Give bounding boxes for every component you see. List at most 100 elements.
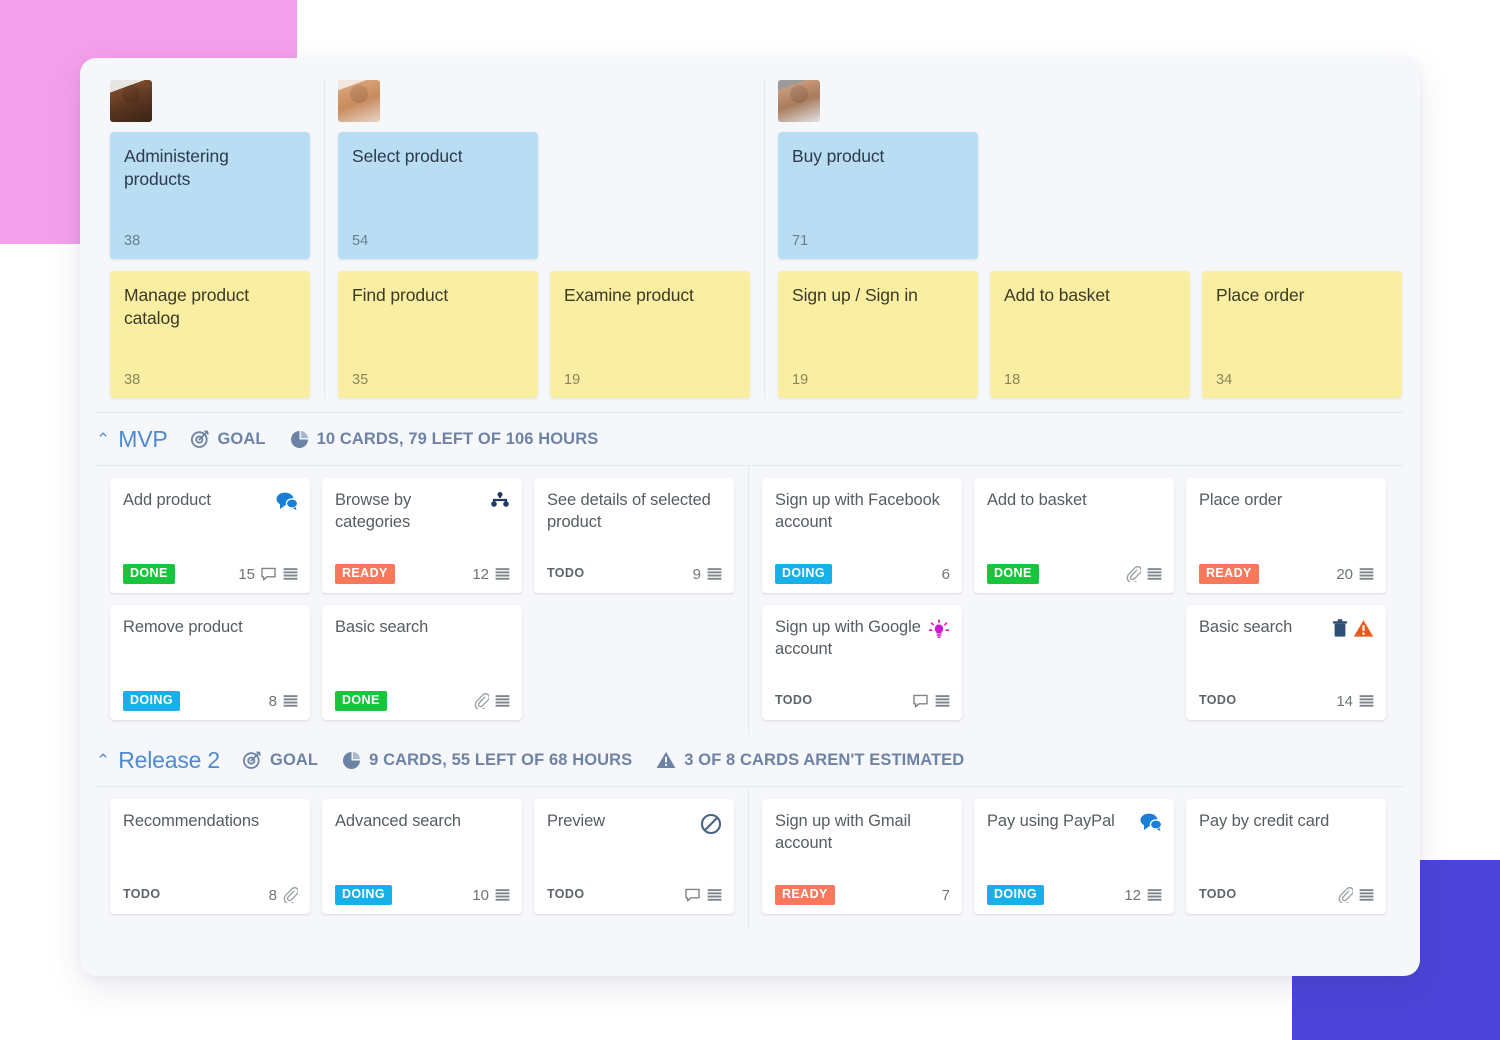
status-badge[interactable]: DOING [987, 885, 1044, 905]
card-estimate[interactable]: 7 [942, 887, 950, 904]
step-sticky[interactable]: Add to basket 18 [990, 271, 1190, 398]
status-badge[interactable]: READY [775, 885, 835, 905]
story-card[interactable]: Add to basket DONE [974, 478, 1174, 593]
description-icon[interactable] [495, 567, 510, 582]
release-goal[interactable]: GOAL [242, 750, 318, 770]
description-icon[interactable] [1147, 888, 1162, 903]
release-collapse-toggle[interactable]: ⌃ Release 2 [96, 747, 220, 774]
card-estimate[interactable]: 9 [693, 566, 701, 583]
status-badge[interactable]: TODO [547, 885, 591, 905]
status-badge[interactable]: DONE [987, 564, 1039, 584]
story-card[interactable]: Add product DONE 15 [110, 478, 310, 593]
card-estimate[interactable]: 15 [238, 566, 255, 583]
trash-icon[interactable] [1332, 619, 1348, 638]
step-sticky[interactable]: Find product 35 [338, 271, 538, 398]
sitemap-icon[interactable] [490, 492, 510, 510]
sticky-estimate: 34 [1216, 372, 1233, 388]
status-badge[interactable]: DOING [123, 691, 180, 711]
story-card[interactable]: Preview TODO [534, 799, 734, 914]
status-badge[interactable]: TODO [123, 885, 167, 905]
status-badge[interactable]: READY [1199, 564, 1259, 584]
avatar[interactable] [778, 80, 820, 122]
story-card[interactable]: Place order READY 20 [1186, 478, 1386, 593]
status-badge[interactable]: DONE [123, 564, 175, 584]
story-card[interactable]: Basic search DONE [322, 605, 522, 720]
story-card[interactable]: Advanced search DOING 10 [322, 799, 522, 914]
description-icon[interactable] [283, 567, 298, 582]
description-icon[interactable] [1359, 888, 1374, 903]
card-estimate[interactable]: 8 [269, 887, 277, 904]
story-card[interactable]: See details of selected product TODO 9 [534, 478, 734, 593]
card-estimate[interactable]: 10 [472, 887, 489, 904]
story-card[interactable]: Pay using PayPal DOING 12 [974, 799, 1174, 914]
status-badge[interactable]: TODO [547, 564, 591, 584]
sticky-title: Place order [1216, 285, 1305, 305]
status-badge[interactable]: DOING [335, 885, 392, 905]
status-badge[interactable]: TODO [775, 691, 819, 711]
story-card[interactable]: Recommendations TODO 8 [110, 799, 310, 914]
story-card[interactable]: Pay by credit card TODO [1186, 799, 1386, 914]
description-icon[interactable] [707, 888, 722, 903]
card-title: Advanced search [335, 812, 461, 830]
card-estimate[interactable]: 12 [1124, 887, 1141, 904]
card-footer: DOING 6 [775, 564, 950, 584]
chevron-up-icon[interactable]: ⌃ [96, 431, 110, 448]
card-estimate[interactable]: 20 [1336, 566, 1353, 583]
comment-icon[interactable] [685, 888, 701, 903]
goal-icon[interactable] [242, 750, 262, 770]
blocked-icon[interactable] [700, 813, 722, 835]
description-icon[interactable] [1359, 694, 1374, 709]
attachment-icon[interactable] [283, 887, 298, 904]
attachment-icon[interactable] [1126, 566, 1141, 583]
story-card[interactable]: Sign up with Google account TODO [762, 605, 962, 720]
description-icon[interactable] [1359, 567, 1374, 582]
activity-sticky[interactable]: Administering products 38 [110, 132, 310, 259]
status-badge[interactable]: TODO [1199, 691, 1243, 711]
comments-filled-icon[interactable] [1140, 813, 1162, 831]
description-icon[interactable] [1147, 567, 1162, 582]
goal-icon[interactable] [190, 429, 210, 449]
pie-chart-icon[interactable] [290, 430, 309, 449]
step-row: Manage product catalog 38 [110, 271, 310, 398]
story-card[interactable]: Sign up with Gmail account READY 7 [762, 799, 962, 914]
story-card[interactable]: Browse by categories READY 12 [322, 478, 522, 593]
story-card[interactable]: Sign up with Facebook account DOING 6 [762, 478, 962, 593]
status-badge[interactable]: TODO [1199, 885, 1243, 905]
attachment-icon[interactable] [474, 693, 489, 710]
story-card[interactable]: Basic search TODO 14 [1186, 605, 1386, 720]
description-icon[interactable] [935, 694, 950, 709]
comment-icon[interactable] [913, 694, 929, 709]
lightbulb-icon[interactable] [928, 619, 950, 641]
card-title: Basic search [335, 618, 429, 636]
step-sticky[interactable]: Examine product 19 [550, 271, 750, 398]
comments-filled-icon[interactable] [276, 492, 298, 510]
story-card[interactable]: Remove product DOING 8 [110, 605, 310, 720]
description-icon[interactable] [495, 694, 510, 709]
status-badge[interactable]: DOING [775, 564, 832, 584]
avatar[interactable] [338, 80, 380, 122]
comment-icon[interactable] [261, 567, 277, 582]
chevron-up-icon[interactable]: ⌃ [96, 752, 110, 769]
release-collapse-toggle[interactable]: ⌃ MVP [96, 426, 168, 453]
release-goal[interactable]: GOAL [190, 429, 266, 449]
release-columns: Recommendations TODO 8 Advanced search DOING… [110, 799, 734, 914]
description-icon[interactable] [495, 888, 510, 903]
activity-sticky[interactable]: Select product 54 [338, 132, 538, 259]
description-icon[interactable] [707, 567, 722, 582]
warning-meta-icon[interactable] [656, 751, 676, 769]
activity-sticky[interactable]: Buy product 71 [778, 132, 978, 259]
step-sticky[interactable]: Place order 34 [1202, 271, 1402, 398]
card-estimate[interactable]: 8 [269, 693, 277, 710]
card-estimate[interactable]: 12 [472, 566, 489, 583]
attachment-icon[interactable] [1338, 887, 1353, 904]
description-icon[interactable] [283, 694, 298, 709]
pie-chart-icon[interactable] [342, 751, 361, 770]
avatar[interactable] [110, 80, 152, 122]
card-estimate[interactable]: 6 [942, 566, 950, 583]
step-sticky[interactable]: Manage product catalog 38 [110, 271, 310, 398]
status-badge[interactable]: DONE [335, 691, 387, 711]
status-badge[interactable]: READY [335, 564, 395, 584]
step-sticky[interactable]: Sign up / Sign in 19 [778, 271, 978, 398]
warning-icon[interactable] [1353, 619, 1374, 638]
card-estimate[interactable]: 14 [1336, 693, 1353, 710]
